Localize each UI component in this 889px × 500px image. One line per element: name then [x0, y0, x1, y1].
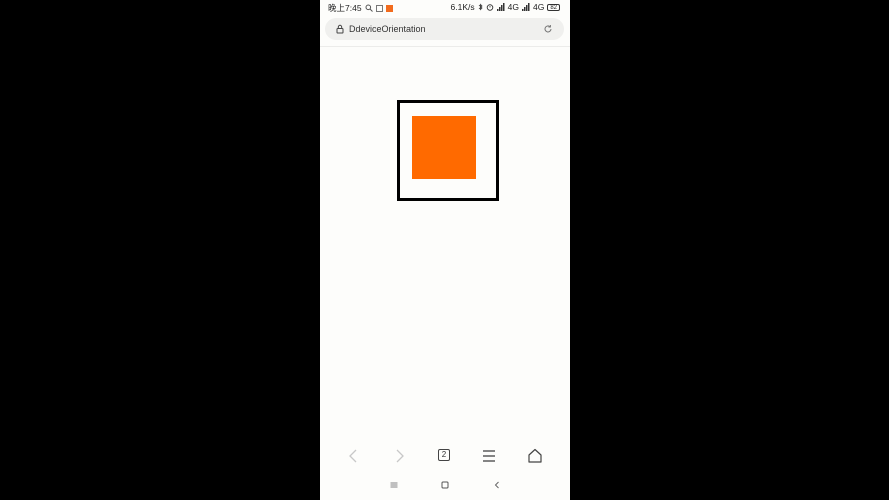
alarm-icon [486, 4, 493, 11]
orange-square [412, 116, 476, 179]
lock-icon [336, 24, 344, 34]
reload-icon[interactable] [543, 24, 553, 34]
back-triangle-icon[interactable] [491, 479, 503, 491]
menu-icon[interactable] [480, 447, 498, 465]
status-time: 晚上7:45 [328, 3, 362, 13]
bluetooth-icon [478, 3, 483, 11]
url-text[interactable]: DdeviceOrientation [349, 24, 426, 34]
network-speed: 6.1K/s [450, 2, 475, 12]
address-divider [320, 46, 570, 47]
search-status-icon [365, 4, 373, 12]
notification-orange-app-icon [385, 4, 393, 12]
status-bar: 晚上7:45 6.1K/s 4G 4G 82 [320, 0, 570, 15]
notification-app-icon [375, 4, 383, 12]
status-left: 晚上7:45 [328, 2, 393, 14]
status-right: 6.1K/s 4G 4G 82 [451, 2, 560, 12]
signal-icon-1 [496, 3, 505, 11]
signal-type-2: 4G [532, 2, 545, 12]
forward-icon[interactable] [390, 447, 408, 465]
browser-toolbar: 2 [320, 440, 570, 470]
home-icon[interactable] [526, 447, 544, 465]
back-icon[interactable] [345, 447, 363, 465]
address-bar[interactable]: DdeviceOrientation [325, 18, 564, 40]
home-square-icon[interactable] [439, 479, 451, 491]
recents-icon[interactable] [388, 479, 400, 491]
phone-screen: 晚上7:45 6.1K/s 4G 4G 82 DdeviceOrientatio… [320, 0, 570, 500]
battery-icon: 82 [547, 3, 560, 11]
signal-type-1: 4G [507, 2, 519, 12]
system-nav-bar [320, 474, 570, 496]
signal-icon-2 [521, 3, 530, 11]
tabs-icon[interactable]: 2 [438, 449, 450, 461]
